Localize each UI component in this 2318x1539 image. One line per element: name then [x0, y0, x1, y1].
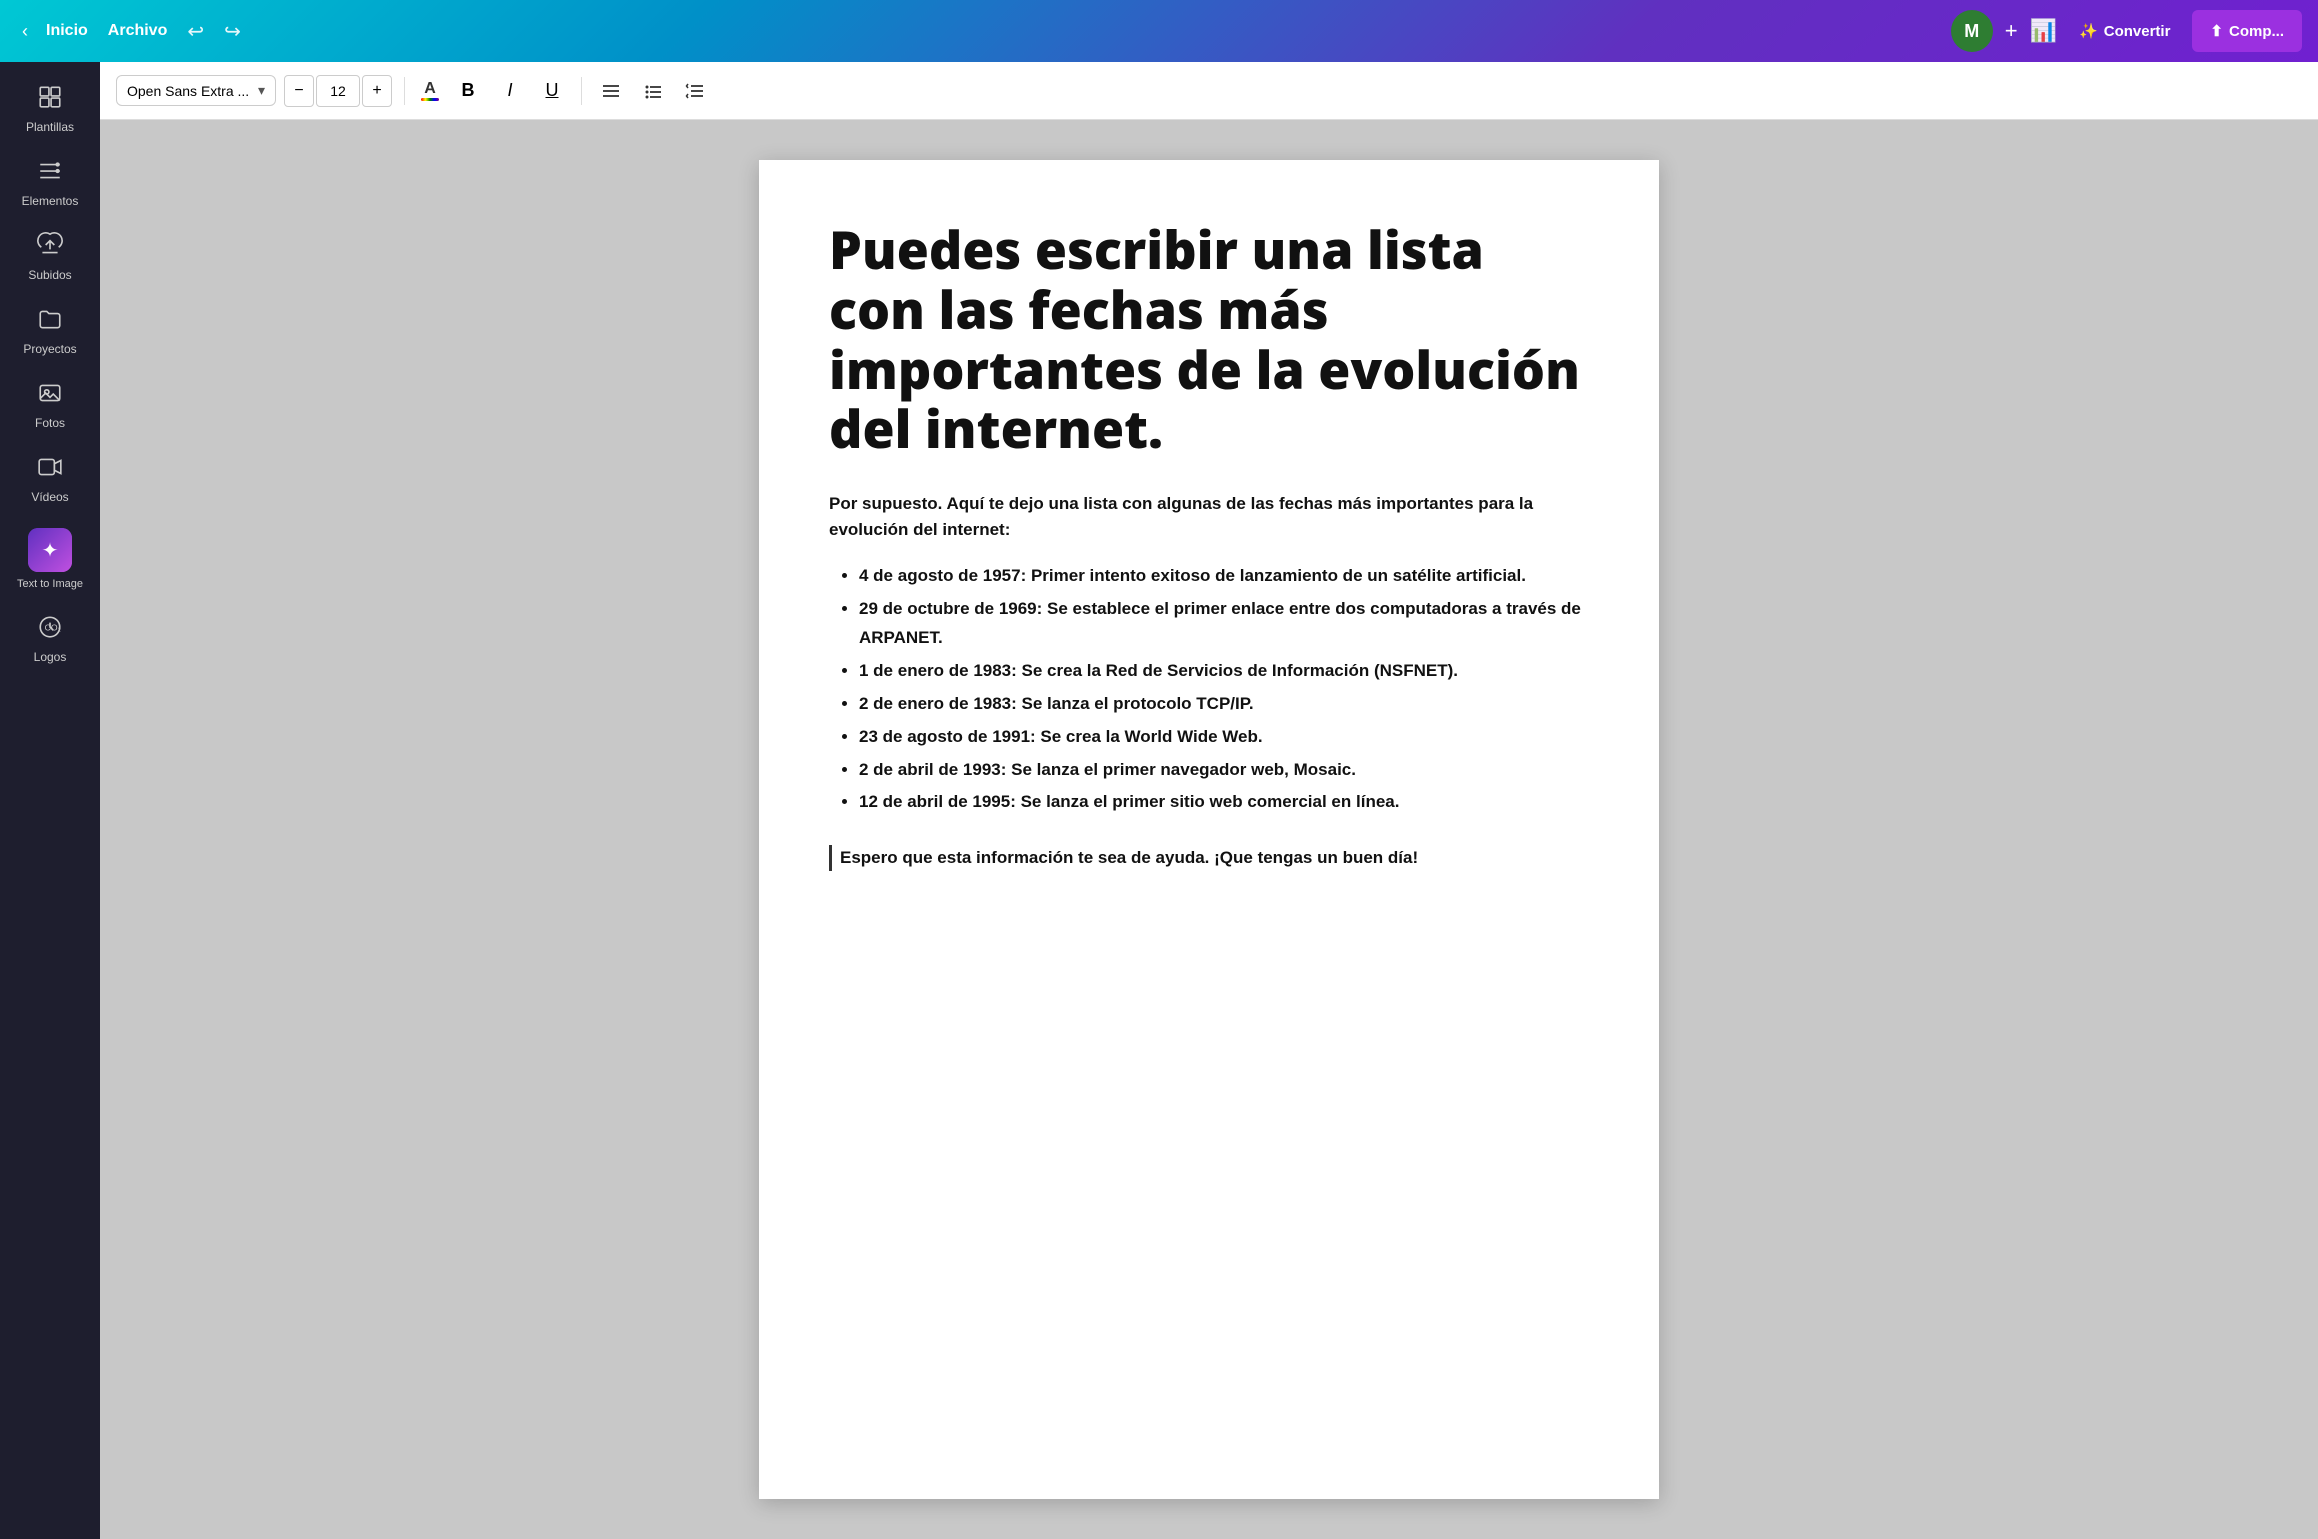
list-item: 12 de abril de 1995: Se lanza el primer … — [859, 788, 1589, 817]
italic-button[interactable]: I — [493, 74, 527, 108]
font-size-value[interactable]: 12 — [316, 75, 360, 107]
fotos-icon — [37, 380, 63, 412]
subidos-icon — [37, 232, 63, 264]
videos-icon — [37, 454, 63, 486]
sidebar-item-proyectos[interactable]: Proyectos — [5, 296, 95, 366]
logos-icon: CO₂ — [37, 614, 63, 646]
list-item: 23 de agosto de 1991: Se crea la World W… — [859, 723, 1589, 752]
sidebar-item-logos[interactable]: CO₂ Logos — [5, 604, 95, 674]
magic-icon: ✨ — [2079, 22, 2098, 40]
page-list: 4 de agosto de 1957: Primer intento exit… — [829, 562, 1589, 817]
convertir-button[interactable]: ✨ Convertir — [2069, 16, 2180, 46]
chart-icon[interactable]: 📊 — [2030, 18, 2057, 44]
toolbar: Open Sans Extra ... ▾ − 12 + A B I U — [100, 62, 2318, 120]
add-icon[interactable]: + — [2005, 18, 2018, 44]
align-button[interactable] — [594, 74, 628, 108]
back-icon[interactable]: ‹ — [16, 15, 34, 48]
text-to-image-icon: ✦ — [28, 528, 72, 572]
toolbar-divider-2 — [581, 77, 582, 105]
nav-archivo[interactable]: Archivo — [100, 16, 176, 46]
text-color-button[interactable]: A — [417, 77, 443, 105]
sidebar-item-label: Plantillas — [26, 120, 74, 134]
list-item: 2 de abril de 1993: Se lanza el primer n… — [859, 756, 1589, 785]
sidebar: Plantillas Elementos Subidos — [0, 62, 100, 1539]
toolbar-divider-1 — [404, 77, 405, 105]
sidebar-item-text-to-image[interactable]: ✦ Text to Image — [5, 518, 95, 600]
page-footer: Espero que esta información te sea de ay… — [829, 845, 1589, 871]
compartir-button[interactable]: ⬆ Comp... — [2192, 10, 2302, 52]
sidebar-item-label: Logos — [34, 650, 67, 664]
canvas-page[interactable]: Puedes escribir una lista con las fechas… — [759, 160, 1659, 1499]
font-size-increase-button[interactable]: + — [362, 75, 392, 107]
sidebar-item-fotos[interactable]: Fotos — [5, 370, 95, 440]
redo-icon[interactable]: ↪ — [216, 13, 249, 50]
sidebar-item-label: Elementos — [22, 194, 79, 208]
content-area: Open Sans Extra ... ▾ − 12 + A B I U — [100, 62, 2318, 1539]
sidebar-item-plantillas[interactable]: Plantillas — [5, 74, 95, 144]
sidebar-item-videos[interactable]: Vídeos — [5, 444, 95, 514]
topbar-right: M + 📊 ✨ Convertir ⬆ Comp... — [1951, 10, 2302, 52]
list-item: 2 de enero de 1983: Se lanza el protocol… — [859, 690, 1589, 719]
font-family-value: Open Sans Extra ... — [127, 83, 249, 99]
share-icon: ⬆ — [2210, 22, 2223, 40]
main-layout: Plantillas Elementos Subidos — [0, 62, 2318, 1539]
topbar: ‹ Inicio Archivo ↩ ↪ M + 📊 ✨ Convertir ⬆… — [0, 0, 2318, 62]
list-item: 29 de octubre de 1969: Se establece el p… — [859, 595, 1589, 653]
list-item: 1 de enero de 1983: Se crea la Red de Se… — [859, 657, 1589, 686]
bold-button[interactable]: B — [451, 74, 485, 108]
sidebar-item-label: Vídeos — [31, 490, 68, 504]
underline-button[interactable]: U — [535, 74, 569, 108]
sidebar-item-label: Proyectos — [23, 342, 76, 356]
sidebar-item-subidos[interactable]: Subidos — [5, 222, 95, 292]
text-color-bar — [421, 98, 439, 101]
topbar-left: ‹ Inicio Archivo ↩ ↪ — [16, 13, 249, 50]
nav-inicio[interactable]: Inicio — [38, 16, 96, 46]
font-size-decrease-button[interactable]: − — [284, 75, 314, 107]
avatar[interactable]: M — [1951, 10, 1993, 52]
text-color-letter: A — [424, 81, 436, 97]
sidebar-item-label: Fotos — [35, 416, 65, 430]
list-button[interactable] — [636, 74, 670, 108]
list-item: 4 de agosto de 1957: Primer intento exit… — [859, 562, 1589, 591]
plantillas-icon — [37, 84, 63, 116]
undo-icon[interactable]: ↩ — [179, 13, 212, 50]
font-family-selector[interactable]: Open Sans Extra ... ▾ — [116, 75, 276, 106]
page-title: Puedes escribir una lista con las fechas… — [829, 220, 1589, 459]
canvas-wrapper: Puedes escribir una lista con las fechas… — [100, 120, 2318, 1539]
sidebar-item-label: Subidos — [28, 268, 71, 282]
sidebar-item-elementos[interactable]: Elementos — [5, 148, 95, 218]
elementos-icon — [37, 158, 63, 190]
font-size-control: − 12 + — [284, 75, 392, 107]
sidebar-item-label: Text to Image — [17, 578, 83, 590]
font-chevron-icon: ▾ — [258, 82, 265, 99]
page-intro: Por supuesto. Aquí te dejo una lista con… — [829, 491, 1589, 542]
line-spacing-button[interactable] — [678, 74, 712, 108]
svg-text:CO₂: CO₂ — [45, 622, 61, 632]
proyectos-icon — [37, 306, 63, 338]
